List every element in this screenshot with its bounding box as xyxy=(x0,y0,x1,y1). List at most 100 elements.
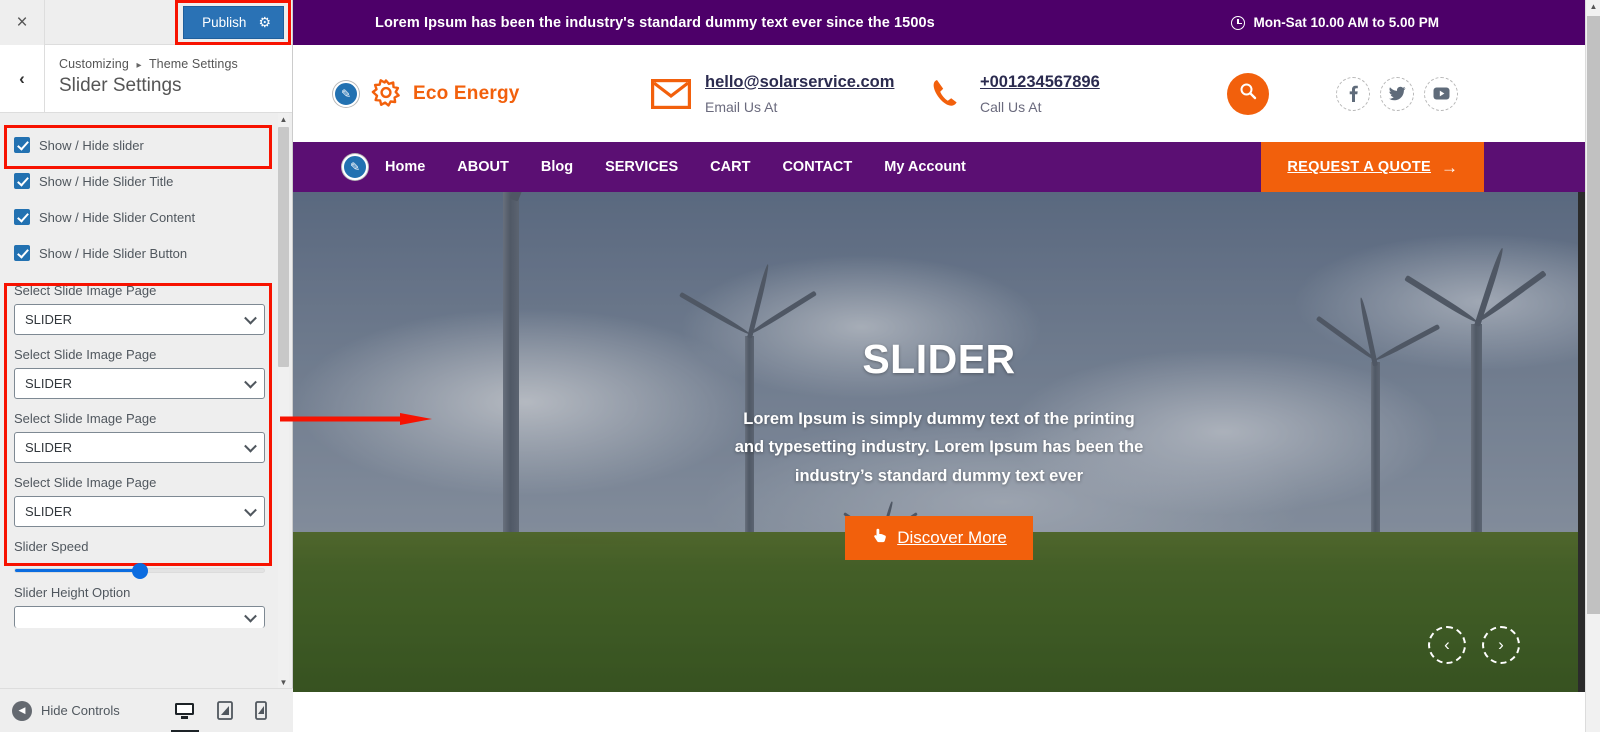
select-value: SLIDER xyxy=(25,440,72,455)
brand-name: Eco Energy xyxy=(413,82,520,104)
customizer-scrollbar[interactable]: ▲ ▼ xyxy=(278,113,289,688)
select-slide-image-page-4[interactable]: SLIDER xyxy=(14,496,265,527)
slide-title: SLIDER xyxy=(862,336,1016,382)
field-label: Select Slide Image Page xyxy=(14,347,157,362)
select-slide-image-page-2[interactable]: SLIDER xyxy=(14,368,265,399)
publish-button-wrapper: Publish ⚙ xyxy=(175,0,291,45)
scroll-down-icon[interactable]: ▼ xyxy=(278,676,289,688)
field-slide-image-page-1: Select Slide Image Page SLIDER xyxy=(0,271,279,335)
checkbox-show-hide-slider-title[interactable]: Show / Hide Slider Title xyxy=(0,163,279,199)
email-link[interactable]: hello@solarservice.com xyxy=(705,73,894,92)
scrollbar-thumb[interactable] xyxy=(278,127,289,367)
facebook-icon[interactable] xyxy=(1336,76,1370,111)
field-label: Slider Height Option xyxy=(14,585,131,600)
hide-controls-button[interactable]: ◀ Hide Controls xyxy=(12,700,120,721)
checkbox-icon[interactable] xyxy=(14,245,30,261)
range-track[interactable] xyxy=(14,562,265,579)
hero-slider: SLIDER Lorem Ipsum is simply dummy text … xyxy=(293,192,1585,692)
device-preview-group xyxy=(170,701,281,732)
twitter-icon[interactable] xyxy=(1380,76,1414,111)
publish-button[interactable]: Publish ⚙ xyxy=(183,5,284,39)
tablet-icon[interactable] xyxy=(217,701,233,720)
field-label: Select Slide Image Page xyxy=(14,411,157,426)
search-icon xyxy=(1239,82,1257,105)
scroll-up-icon[interactable]: ▲ xyxy=(278,113,289,125)
nav-item-about[interactable]: ABOUT xyxy=(457,159,509,175)
checkbox-label: Show / Hide Slider Button xyxy=(39,245,188,261)
select-slide-image-page-1[interactable]: SLIDER xyxy=(14,304,265,335)
checkbox-show-hide-slider[interactable]: Show / Hide slider xyxy=(0,127,279,163)
envelope-icon xyxy=(651,78,691,109)
field-slider-height-option: Slider Height Option xyxy=(0,573,279,628)
site-branding[interactable]: ✎ Eco Energy xyxy=(333,77,520,111)
arrow-right-icon: → xyxy=(1441,157,1458,177)
discover-more-button[interactable]: Discover More xyxy=(845,516,1033,561)
nav-menu: Home ABOUT Blog SERVICES CART CONTACT My… xyxy=(385,159,966,175)
desktop-icon[interactable] xyxy=(170,702,199,732)
range-thumb[interactable] xyxy=(131,562,148,579)
slide-content: SLIDER Lorem Ipsum is simply dummy text … xyxy=(293,336,1585,561)
site-header: ✎ Eco Energy hello@solarservice.com Emai… xyxy=(293,45,1585,142)
youtube-icon[interactable] xyxy=(1424,76,1458,111)
slider-speed-range[interactable] xyxy=(0,562,279,579)
checkbox-show-hide-slider-button[interactable]: Show / Hide Slider Button xyxy=(0,235,279,271)
header-phone-text: +001234567896 Call Us At xyxy=(980,73,1100,115)
scroll-up-icon[interactable]: ▲ xyxy=(1586,2,1600,11)
customizer-topbar: × Publish ⚙ xyxy=(0,0,292,45)
discover-more-label: Discover More xyxy=(897,528,1007,548)
breadcrumb-root[interactable]: Customizing xyxy=(59,57,129,71)
field-slider-speed: Slider Speed xyxy=(0,527,279,554)
checkbox-icon[interactable] xyxy=(14,209,30,225)
select-value: SLIDER xyxy=(25,312,72,327)
select-slider-height-option[interactable] xyxy=(14,606,265,628)
announcement-bar: Lorem Ipsum has been the industry's stan… xyxy=(293,0,1585,45)
select-value: SLIDER xyxy=(25,376,72,391)
field-label: Select Slide Image Page xyxy=(14,283,157,298)
range-fill xyxy=(15,569,140,572)
preview-scrollbar[interactable]: ▲ xyxy=(1585,0,1600,732)
back-button[interactable]: ‹ xyxy=(0,45,45,112)
gear-icon[interactable]: ⚙ xyxy=(258,14,271,31)
preview-scrollbar-thumb[interactable] xyxy=(1587,16,1600,614)
header-email-text: hello@solarservice.com Email Us At xyxy=(705,73,894,115)
nav-item-services[interactable]: SERVICES xyxy=(605,159,678,175)
nav-item-home[interactable]: Home xyxy=(385,159,425,175)
chevron-down-icon xyxy=(244,503,257,517)
edit-pencil-icon[interactable]: ✎ xyxy=(333,80,359,107)
phone-link[interactable]: +001234567896 xyxy=(980,73,1100,92)
field-slide-image-page-2: Select Slide Image Page SLIDER xyxy=(0,335,279,399)
edit-pencil-icon[interactable]: ✎ xyxy=(342,154,368,180)
chevron-left-icon: ‹ xyxy=(19,68,25,88)
clock-icon xyxy=(1231,15,1246,30)
request-quote-button[interactable]: REQUEST A QUOTE → xyxy=(1261,142,1484,192)
chevron-down-icon xyxy=(244,311,257,325)
phone-icon xyxy=(930,76,966,112)
search-button[interactable] xyxy=(1227,72,1269,115)
checkbox-icon[interactable] xyxy=(14,173,30,189)
checkbox-show-hide-slider-content[interactable]: Show / Hide Slider Content xyxy=(0,199,279,235)
sun-icon xyxy=(369,77,403,111)
publish-label: Publish xyxy=(202,14,247,30)
checkbox-icon[interactable] xyxy=(14,137,30,153)
breadcrumb-parent[interactable]: Theme Settings xyxy=(149,57,238,71)
collapse-icon: ◀ xyxy=(12,700,32,721)
close-customizer-button[interactable]: × xyxy=(0,0,45,45)
slider-prev-button[interactable]: ‹ xyxy=(1428,626,1466,664)
slider-navigation: ‹ › xyxy=(1428,626,1520,664)
nav-item-contact[interactable]: CONTACT xyxy=(782,159,852,175)
panel-title-group: Customizing ▸ Theme Settings Slider Sett… xyxy=(45,45,238,112)
mobile-icon[interactable] xyxy=(255,701,267,720)
main-navigation: ✎ Home ABOUT Blog SERVICES CART CONTACT … xyxy=(293,142,1585,192)
nav-item-blog[interactable]: Blog xyxy=(541,159,573,175)
slide-description: Lorem Ipsum is simply dummy text of the … xyxy=(734,410,1144,485)
select-slide-image-page-3[interactable]: SLIDER xyxy=(14,432,265,463)
customizer-footer: ◀ Hide Controls xyxy=(0,688,293,732)
nav-item-cart[interactable]: CART xyxy=(710,159,750,175)
close-icon: × xyxy=(16,11,28,33)
slider-next-button[interactable]: › xyxy=(1482,626,1520,664)
site-preview: Lorem Ipsum has been the industry's stan… xyxy=(293,0,1600,732)
announcement-text: Lorem Ipsum has been the industry's stan… xyxy=(375,14,935,31)
business-hours-text: Mon-Sat 10.00 AM to 5.00 PM xyxy=(1253,15,1439,30)
nav-item-my-account[interactable]: My Account xyxy=(884,159,966,175)
header-phone-block: +001234567896 Call Us At xyxy=(930,73,1100,115)
